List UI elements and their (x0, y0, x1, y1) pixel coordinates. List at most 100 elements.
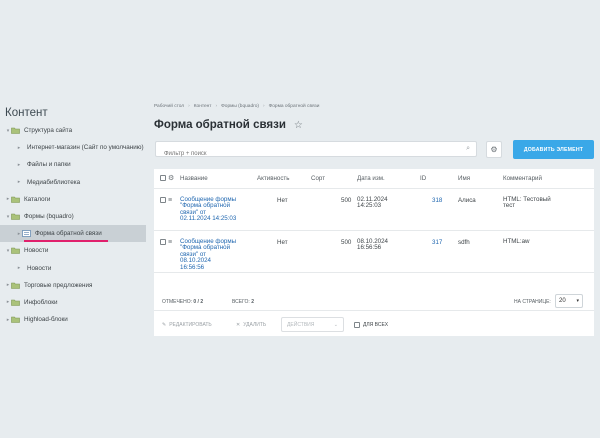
cell-user: Алиса (458, 188, 503, 231)
col-header-name[interactable]: Название (180, 169, 257, 189)
sidebar-item-label: Highload-блоки (24, 316, 68, 324)
edit-button[interactable]: ✎ РЕДАКТИРОВАТЬ (162, 322, 212, 328)
element-name-link[interactable]: Сообщение формы "Форма обратной связи" о… (180, 196, 257, 223)
col-header-comment[interactable]: Комментарий (503, 169, 594, 189)
sidebar-item[interactable]: ▾ Новости (0, 242, 146, 259)
breadcrumb-item[interactable]: Формы (bquadro) (221, 104, 259, 109)
name-line: 16:56:56 (180, 263, 205, 271)
sidebar-item[interactable]: ▸ Инфоблоки (0, 294, 146, 311)
breadcrumb-item[interactable]: Форма обратной связи (269, 104, 320, 109)
for-all-checkbox-box[interactable] (354, 322, 360, 328)
list-icon (22, 230, 31, 238)
cell-active: Нет (257, 188, 311, 231)
sidebar-item[interactable]: ▸ Медиабиблиотека (0, 174, 146, 191)
sidebar-item-label: Инфоблоки (24, 298, 58, 306)
elements-table: ⚙ Название Активность Сорт Дата изм. ID … (154, 169, 594, 273)
col-header-date[interactable]: Дата изм. (357, 169, 420, 189)
total-label: ВСЕГО: (232, 299, 250, 305)
edit-label: РЕДАКТИРОВАТЬ (169, 322, 212, 328)
main-panel: Рабочий стол › Контент › Формы (bquadro) › Фор… (146, 99, 600, 337)
cell-sort: 500 (311, 230, 357, 273)
sidebar-item[interactable]: ▸ Highload-блоки (0, 311, 146, 328)
sidebar: Контент ▾ Структура сайта ▸ Интернет-магази… (0, 98, 146, 358)
for-all-checkbox[interactable]: ДЛЯ ВСЕХ (354, 322, 388, 328)
grid-actions-panel: ✎ РЕДАКТИРОВАТЬ ✕ УДАЛИТЬ ДЕЙСТВИЯ ⌄ ДЛЯ… (154, 317, 594, 335)
folder-icon (11, 213, 20, 220)
settings-button[interactable]: ⚙ (486, 141, 502, 158)
comment-line: HTML: Тестовый (503, 195, 551, 203)
chevron-down-icon: ⌄ (333, 321, 338, 328)
time-line: 16:56:56 (357, 244, 382, 252)
sidebar-item-label: Медиабиблиотека (27, 178, 81, 186)
sidebar-tree: ▾ Структура сайта ▸ Интернет-магазин (Сайт … (0, 122, 146, 328)
sidebar-item[interactable]: ▾ Формы (bquadro) (0, 208, 146, 225)
add-element-button[interactable]: ДОБАВИТЬ ЭЛЕМЕНТ (513, 140, 594, 159)
row-checkbox[interactable] (160, 238, 166, 245)
table-header-row: ⚙ Название Активность Сорт Дата изм. ID … (154, 169, 594, 189)
page-title-text: Форма обратной связи (154, 119, 286, 131)
cell-date: 02.11.2024 14:25:03 (357, 188, 420, 231)
total-value: 2 (251, 299, 254, 305)
element-id-link[interactable]: 318 (432, 197, 442, 204)
col-header-user[interactable]: Имя (458, 169, 503, 189)
table-row[interactable]: ≡ Сообщение формы "Форма обратной связи"… (154, 188, 594, 231)
total-count: ВСЕГО: 2 (232, 299, 254, 305)
col-header-id[interactable]: ID (420, 169, 458, 189)
selected-label: ОТМЕЧЕНО: (162, 299, 192, 305)
folder-icon (11, 247, 20, 255)
page-title: Форма обратной связи ☆ (154, 119, 303, 131)
sidebar-item-label: Торговые предложения (24, 281, 93, 289)
select-all-checkbox[interactable] (160, 175, 166, 182)
breadcrumb-item[interactable]: Контент (194, 104, 212, 109)
row-menu-icon[interactable]: ≡ (168, 239, 172, 246)
search-icon[interactable]: ⌕ (466, 145, 470, 153)
breadcrumb-item[interactable]: Рабочий стол (154, 104, 184, 109)
grid-footer: ОТМЕЧЕНО: 0 / 2 ВСЕГО: 2 НА СТРАНИЦЕ: 20… (154, 294, 594, 311)
actions-select-value: ДЕЙСТВИЯ (287, 321, 315, 328)
delete-button[interactable]: ✕ УДАЛИТЬ (236, 322, 266, 328)
breadcrumb-separator: › (215, 104, 218, 109)
close-icon: ✕ (236, 322, 241, 328)
per-page-label: НА СТРАНИЦЕ: (514, 299, 551, 305)
folder-icon (11, 196, 20, 203)
star-icon[interactable]: ☆ (294, 120, 303, 131)
sidebar-item-label: Структура сайта (24, 127, 73, 135)
sidebar-title: Контент (5, 107, 48, 119)
time-line: 14:25:03 (357, 202, 382, 210)
breadcrumb-separator: › (188, 104, 190, 109)
sidebar-item[interactable]: ▸ Файлы и папки (0, 156, 146, 173)
col-header-sort[interactable]: Сорт (311, 169, 357, 189)
sidebar-item[interactable]: ▸ Интернет-магазин (Сайт по умолчанию) (0, 139, 146, 156)
cell-user: sdfh (458, 230, 503, 273)
cell-date: 08.10.2024 16:56:56 (357, 230, 420, 273)
per-page-select[interactable]: 20 ▾ (555, 294, 583, 308)
comment-line: HTML:aw (503, 237, 530, 245)
sidebar-item[interactable]: ▸ Каталоги (0, 191, 146, 208)
table-row[interactable]: ≡ Сообщение формы "Форма обратной связи"… (154, 230, 594, 273)
chevron-right-icon[interactable]: ▸ (16, 179, 22, 185)
sidebar-item-label: Каталоги (24, 195, 51, 203)
col-header-active[interactable]: Активность (257, 169, 311, 189)
folder-icon (11, 127, 20, 134)
search-input[interactable] (156, 147, 446, 161)
sidebar-item[interactable]: ▸ Торговые предложения (0, 277, 146, 294)
sidebar-item[interactable]: ▸ Новости (0, 260, 146, 277)
delete-label: УДАЛИТЬ (243, 322, 267, 328)
sidebar-item-label: Новости (27, 264, 52, 272)
breadcrumb-separator: › (263, 104, 265, 109)
breadcrumb: Рабочий стол › Контент › Формы (bquadro) › Фор… (154, 104, 319, 109)
sidebar-item[interactable]: ▾ Структура сайта (0, 122, 146, 139)
chevron-right-icon[interactable]: ▸ (16, 265, 22, 271)
filter-search[interactable]: ⌕ (155, 141, 477, 161)
row-checkbox[interactable] (160, 196, 166, 203)
element-name-link[interactable]: Сообщение формы "Форма обратной связи" о… (180, 238, 257, 272)
actions-select[interactable]: ДЕЙСТВИЯ ⌄ (281, 317, 344, 332)
name-line: 02.11.2024 14:25:03 (180, 215, 237, 223)
column-settings-icon[interactable]: ⚙ (168, 175, 174, 182)
chevron-right-icon[interactable]: ▸ (16, 162, 22, 168)
cell-sort: 500 (311, 188, 357, 231)
element-id-link[interactable]: 317 (432, 239, 442, 246)
chevron-right-icon[interactable]: ▸ (16, 145, 22, 151)
row-menu-icon[interactable]: ≡ (168, 197, 172, 204)
sidebar-item[interactable]: ▸ Форма обратной связи (0, 225, 146, 243)
